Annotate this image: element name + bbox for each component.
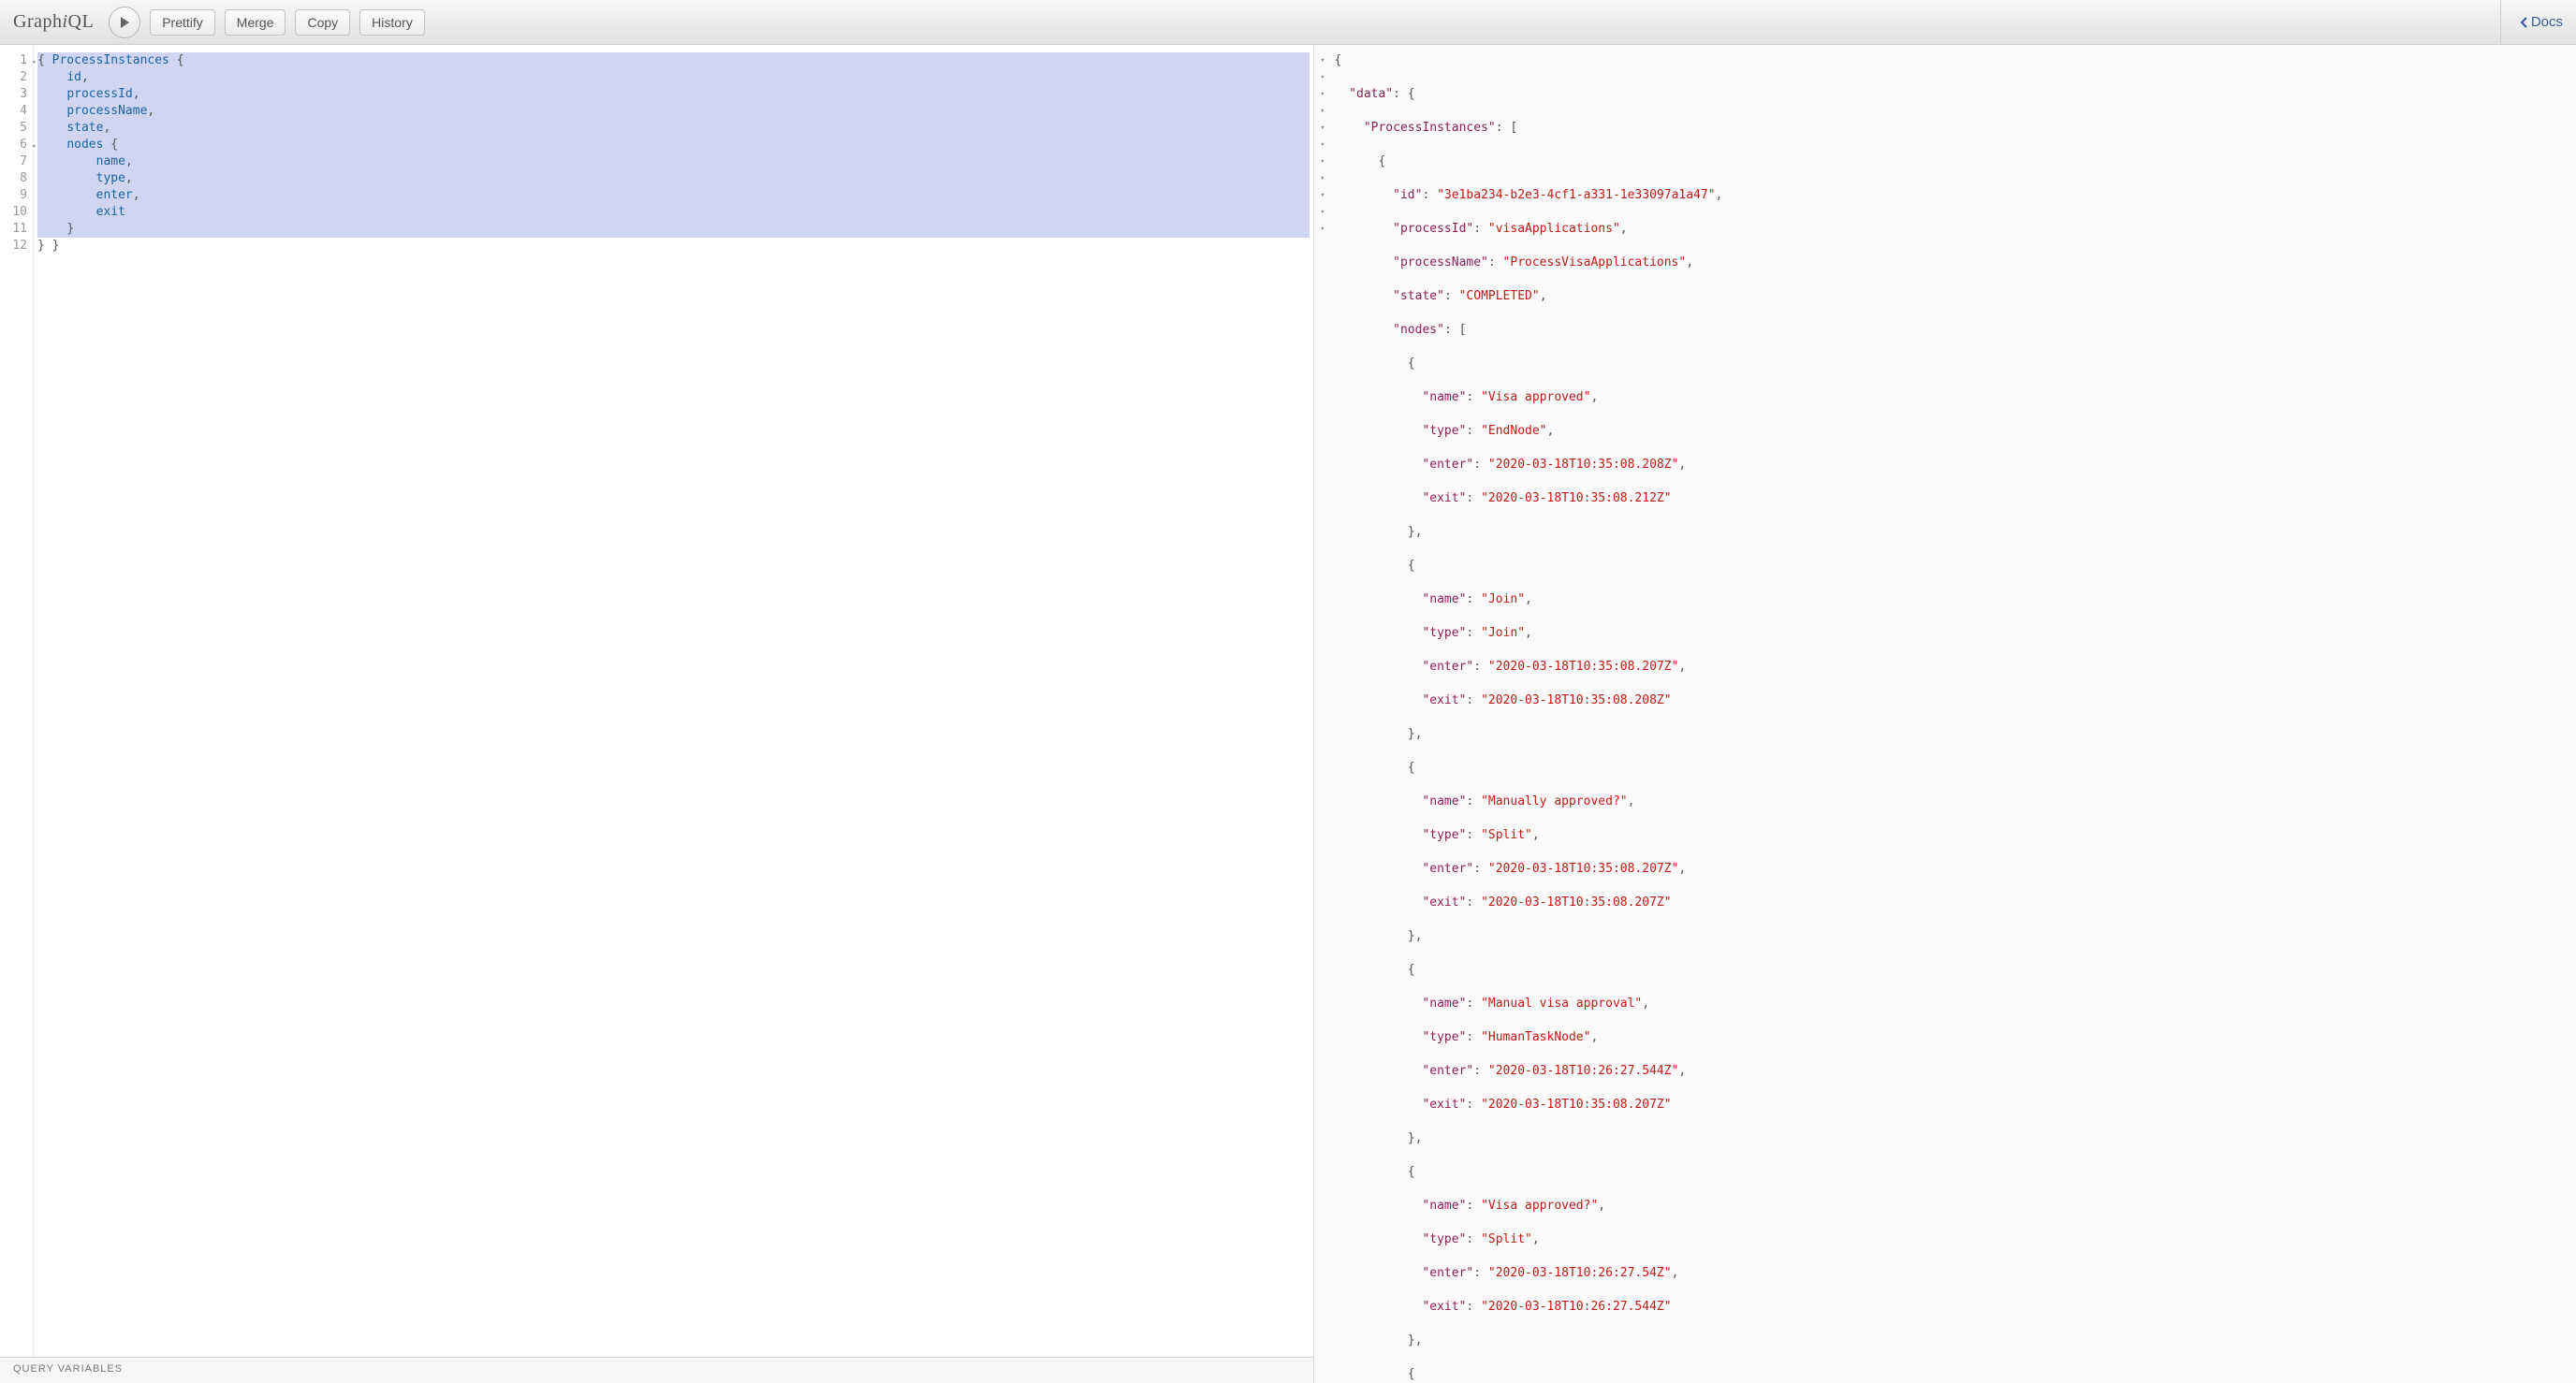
copy-button[interactable]: Copy (295, 9, 350, 36)
query-gutter: 1▾23456▾789101112 (0, 45, 34, 1357)
logo: GraphiQL (13, 11, 94, 33)
logo-post: QL (68, 11, 95, 32)
query-code[interactable]: { ProcessInstances { id, processId, proc… (34, 45, 1313, 1357)
chevron-left-icon (2520, 16, 2529, 29)
execute-button[interactable] (109, 7, 140, 38)
docs-label: Docs (2531, 14, 2563, 30)
docs-button[interactable]: Docs (2500, 0, 2563, 44)
query-editor[interactable]: 1▾23456▾789101112 { ProcessInstances { i… (0, 45, 1313, 1357)
top-bar: GraphiQL Prettify Merge Copy History Doc… (0, 0, 2576, 45)
result-output: { "data": { "ProcessInstances": [ { "id"… (1327, 45, 2576, 1383)
query-panel: 1▾23456▾789101112 { ProcessInstances { i… (0, 45, 1314, 1383)
history-button[interactable]: History (359, 9, 425, 36)
result-gutter: ▾▾▾▾▾▾▾▾▾▾▾ (1314, 45, 1327, 1383)
result-viewer[interactable]: ▾▾▾▾▾▾▾▾▾▾▾ { "data": { "ProcessInstance… (1314, 45, 2576, 1383)
result-panel: ▾▾▾▾▾▾▾▾▾▾▾ { "data": { "ProcessInstance… (1314, 45, 2576, 1383)
merge-button[interactable]: Merge (225, 9, 286, 36)
logo-pre: Graph (13, 11, 62, 32)
variable-editor-title[interactable]: Query Variables (0, 1357, 1313, 1383)
editor-container: 1▾23456▾789101112 { ProcessInstances { i… (0, 45, 2576, 1383)
play-icon (118, 16, 131, 29)
prettify-button[interactable]: Prettify (150, 9, 215, 36)
